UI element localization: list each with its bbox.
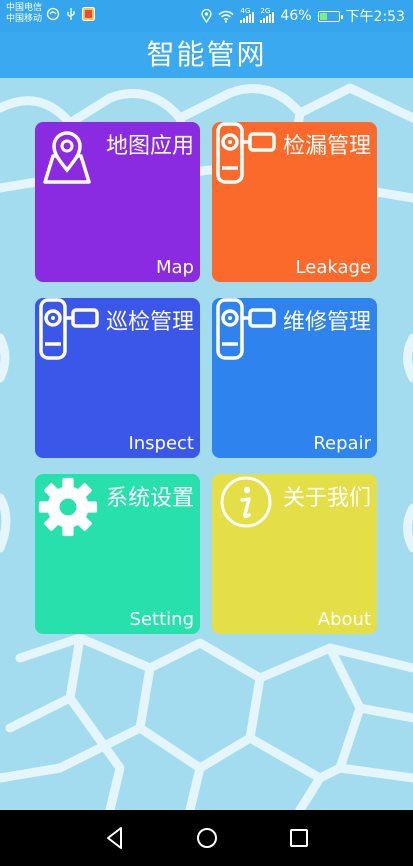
info-icon	[220, 476, 272, 528]
status-right: 4G 2G 46% 下午2:53	[201, 6, 405, 26]
usb-icon	[67, 8, 75, 20]
tile-map-title: 地图应用	[105, 134, 194, 159]
tile-inspect-title: 巡检管理	[105, 310, 194, 335]
hotspot-icon	[46, 7, 60, 21]
tile-map-label: Map	[156, 257, 194, 278]
tile-setting[interactable]: 系统设置 Setting	[35, 474, 200, 634]
wifi-icon	[218, 10, 234, 23]
recents-icon[interactable]	[285, 824, 313, 852]
tile-setting-label: Setting	[129, 609, 194, 630]
back-icon[interactable]	[101, 824, 129, 852]
tile-about[interactable]: 关于我们 About	[212, 474, 377, 634]
background-pattern: 地图应用 Map 检漏管理 Leakage 巡检管理 Inspect 维修管理 …	[0, 78, 413, 810]
tile-repair-label: Repair	[313, 433, 371, 454]
tile-leakage[interactable]: 检漏管理 Leakage	[212, 122, 377, 282]
notification-icons	[46, 7, 95, 21]
system-nav-bar	[0, 810, 413, 866]
battery-icon	[317, 10, 343, 22]
home-icon[interactable]	[193, 824, 221, 852]
tile-setting-title: 系统设置	[105, 486, 194, 511]
tile-inspect-label: Inspect	[128, 433, 194, 454]
carrier-2: 中国移动	[6, 14, 43, 24]
network-type-2: 2G	[260, 7, 271, 15]
tile-repair[interactable]: 维修管理 Repair	[212, 298, 377, 458]
battery-percent: 46%	[280, 8, 312, 24]
app-title-bar: 智能管网	[0, 32, 413, 78]
status-bar: 中国电信 中国移动 4G 2G 46% 下午2:53	[0, 0, 413, 32]
carrier-info: 中国电信 中国移动	[6, 3, 42, 25]
gear-icon	[38, 477, 98, 537]
clock: 下午2:53	[345, 9, 405, 25]
tile-about-label: About	[317, 609, 371, 630]
carrier-1: 中国电信	[6, 3, 43, 13]
tile-inspect[interactable]: 巡检管理 Inspect	[35, 298, 200, 458]
page-title: 智能管网	[146, 38, 267, 71]
tile-leakage-title: 检漏管理	[282, 134, 371, 159]
tile-repair-title: 维修管理	[282, 310, 371, 335]
tile-about-title: 关于我们	[282, 486, 371, 511]
device-icon	[216, 298, 276, 360]
map-pin-icon	[43, 131, 91, 184]
network-type-1: 4G	[240, 7, 251, 15]
app-notification-icon	[82, 7, 95, 21]
device-icon	[216, 122, 276, 184]
location-icon	[201, 9, 213, 23]
tile-map[interactable]: 地图应用 Map	[35, 122, 200, 282]
device-icon	[39, 298, 99, 360]
tile-leakage-label: Leakage	[295, 257, 371, 278]
